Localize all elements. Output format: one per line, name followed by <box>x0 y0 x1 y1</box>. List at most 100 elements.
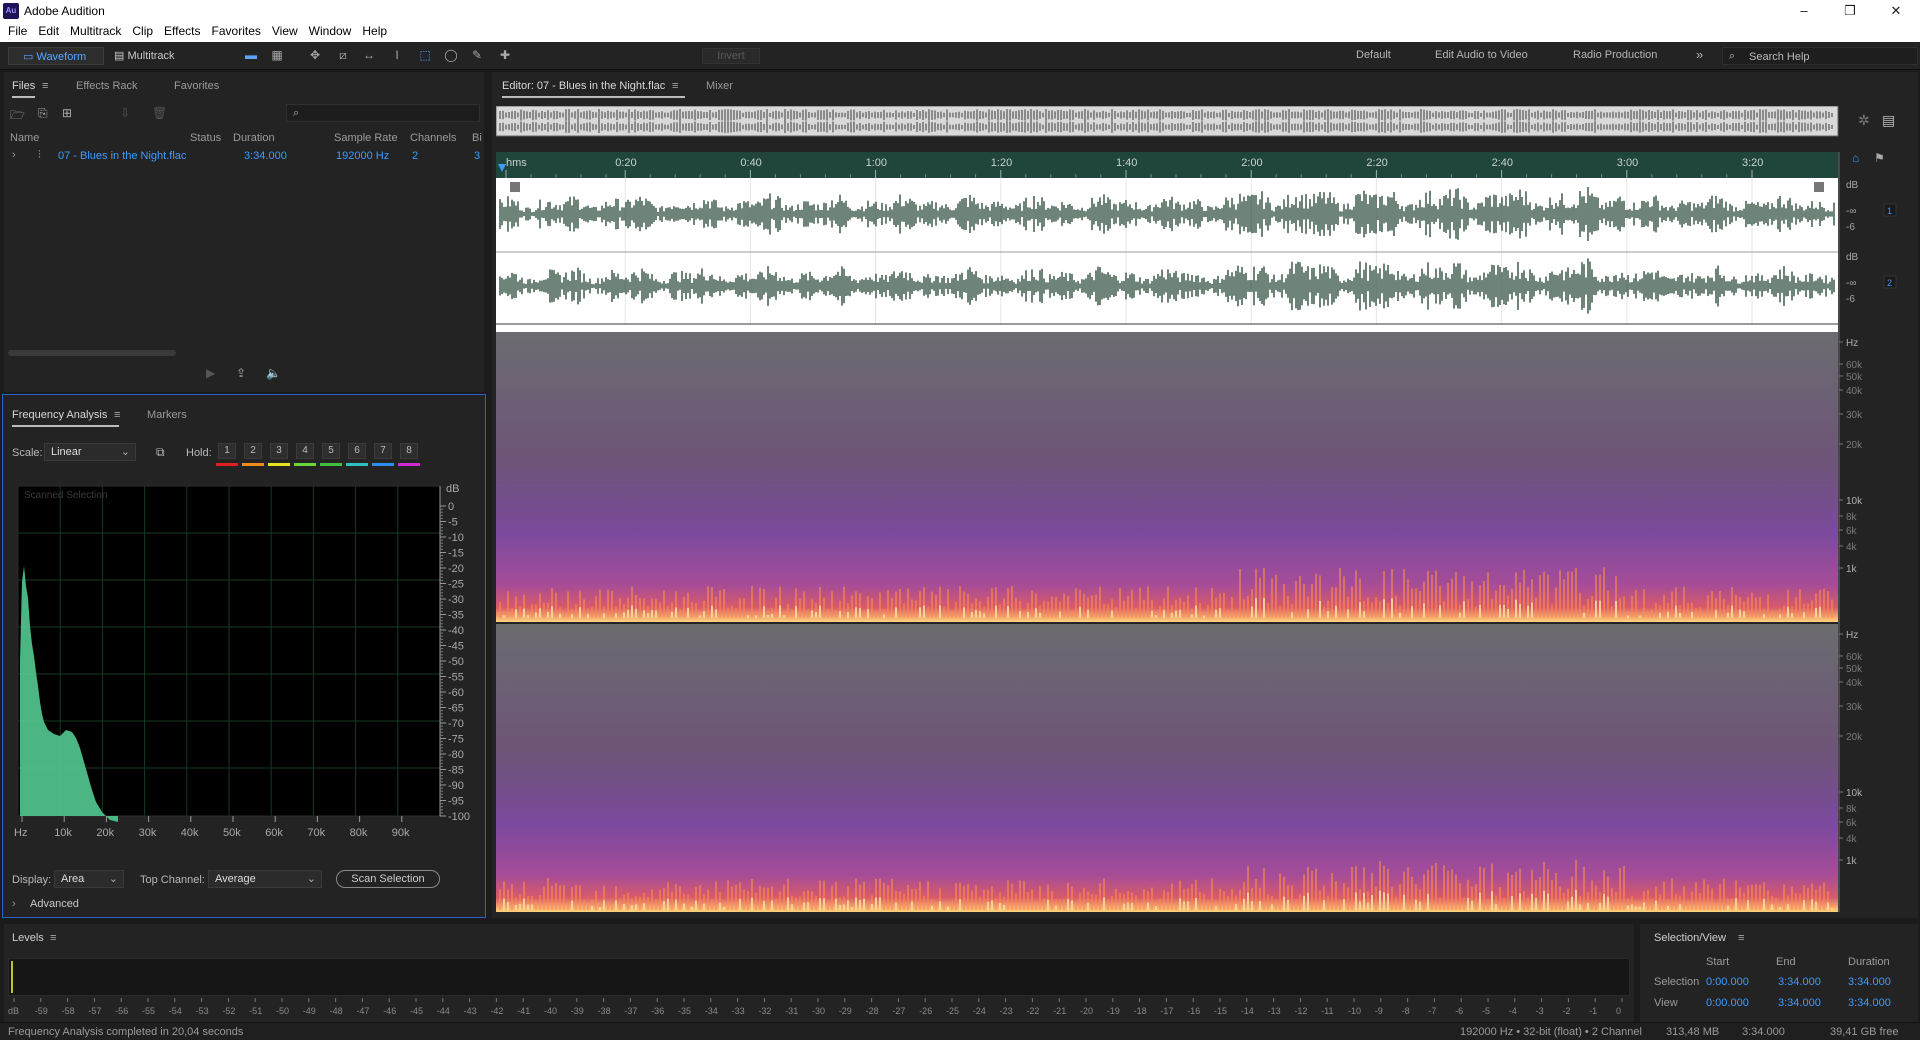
panel-menu-icon[interactable]: ≡ <box>42 80 48 92</box>
copy-icon[interactable]: ⧉ <box>156 445 165 460</box>
expand-chevron-icon[interactable]: › <box>12 898 16 910</box>
col-duration[interactable]: Duration <box>233 132 275 144</box>
col-sample-rate[interactable]: Sample Rate <box>334 132 398 144</box>
scale-dropdown[interactable]: Linear ⌄ <box>44 443 136 461</box>
panel-menu-icon[interactable]: ≡ <box>1738 932 1744 944</box>
ruler-tick-label: 0:40 <box>740 157 761 169</box>
hold-button-4[interactable]: 4 <box>296 443 314 459</box>
file-duration: 3:34.000 <box>244 150 287 162</box>
search-help-field[interactable]: ⌕ Search Help <box>1722 47 1918 65</box>
move-tool-icon[interactable]: ✥ <box>308 49 322 61</box>
panel-menu-icon[interactable]: ≡ <box>50 932 56 944</box>
hold-button-3[interactable]: 3 <box>270 443 288 459</box>
tab-mixer[interactable]: Mixer <box>706 74 733 98</box>
hold-button-6[interactable]: 6 <box>348 443 366 459</box>
lasso-tool-icon[interactable]: ◯ <box>444 49 458 61</box>
col-bits[interactable]: Bi <box>472 132 482 144</box>
restore-button[interactable]: ❐ <box>1827 0 1873 22</box>
spectral-frequency-display-icon[interactable]: ▬ <box>244 49 258 61</box>
panel-menu-icon[interactable]: ≡ <box>672 80 678 92</box>
view-duration[interactable]: 3:34.000 <box>1848 997 1891 1009</box>
workspace-radio-production[interactable]: Radio Production <box>1573 49 1657 61</box>
menu-file[interactable]: File <box>4 22 34 42</box>
hold-button-7[interactable]: 7 <box>374 443 392 459</box>
hold-button-1[interactable]: 1 <box>218 443 236 459</box>
multitrack-view-button[interactable]: ▤ Multitrack <box>112 47 200 65</box>
play-icon[interactable]: ▶ <box>206 366 215 380</box>
hold-button-5[interactable]: 5 <box>322 443 340 459</box>
brush-tool-icon[interactable]: ✎ <box>470 49 484 61</box>
db-tick-label: -85 <box>448 765 464 777</box>
hold-button-2[interactable]: 2 <box>244 443 262 459</box>
tab-editor[interactable]: Editor: 07 - Blues in the Night.flac <box>502 74 686 98</box>
file-row[interactable]: › ⫶ 07 - Blues in the Night.flac 3:34.00… <box>4 146 484 164</box>
files-search-input[interactable]: ⌕ <box>286 104 480 122</box>
ruler-tick-label: 0:20 <box>615 157 636 169</box>
menu-clip[interactable]: Clip <box>128 22 160 42</box>
slip-tool-icon[interactable]: ↔ <box>362 49 376 61</box>
menu-favorites[interactable]: Favorites <box>208 22 268 42</box>
workspace-default[interactable]: Default <box>1356 49 1391 61</box>
level-tick-label: -4 <box>1509 1006 1517 1016</box>
col-name[interactable]: Name <box>10 132 39 144</box>
minimize-button[interactable]: – <box>1781 0 1827 22</box>
scan-selection-button[interactable]: Scan Selection <box>336 870 440 888</box>
col-status[interactable]: Status <box>190 132 221 144</box>
view-end[interactable]: 3:34.000 <box>1778 997 1821 1009</box>
ruler-tick-label: 2:00 <box>1241 157 1262 169</box>
menu-view[interactable]: View <box>268 22 305 42</box>
workspace-edit-audio-to-video[interactable]: Edit Audio to Video <box>1435 49 1528 61</box>
title-bar: Au Adobe Audition – ❐ ✕ <box>0 0 1920 22</box>
spectral-freq-label: 4k <box>1846 834 1858 845</box>
tab-files[interactable]: Files <box>12 74 36 98</box>
marquee-tool-icon[interactable]: ⬚ <box>418 49 432 61</box>
delete-icon[interactable]: 🗑 <box>152 106 167 120</box>
advanced-toggle[interactable]: Advanced <box>30 898 79 910</box>
display-dropdown[interactable]: Area ⌄ <box>54 870 124 888</box>
volume-icon[interactable]: 🔈 <box>266 366 281 380</box>
tab-markers[interactable]: Markers <box>147 403 187 427</box>
panel-menu-icon[interactable]: ≡ <box>114 409 120 421</box>
tab-frequency-analysis[interactable]: Frequency Analysis <box>12 403 120 427</box>
ruler-tick-label: 2:40 <box>1492 157 1513 169</box>
expand-chevron-icon[interactable]: › <box>12 149 16 161</box>
top-channel-value: Average <box>215 873 256 885</box>
menu-multitrack[interactable]: Multitrack <box>66 22 128 42</box>
selection-duration[interactable]: 3:34.000 <box>1848 976 1891 988</box>
menu-help[interactable]: Help <box>358 22 394 42</box>
ruler-tick-label: 1:20 <box>991 157 1012 169</box>
view-start[interactable]: 0:00.000 <box>1706 997 1749 1009</box>
razor-tool-icon[interactable]: ⧄ <box>336 49 350 61</box>
overview-bar[interactable]: ✲ ▤ <box>496 106 1920 140</box>
new-file-icon[interactable]: ⊞ <box>62 106 72 120</box>
import-file-icon[interactable]: ⎘ <box>38 106 48 121</box>
more-workspaces-button[interactable]: » <box>1696 47 1703 62</box>
open-file-icon[interactable]: 🗁 <box>10 106 25 127</box>
time-selection-tool-icon[interactable]: I <box>390 49 404 61</box>
tab-effects-rack[interactable]: Effects Rack <box>76 74 138 98</box>
selection-end[interactable]: 3:34.000 <box>1778 976 1821 988</box>
level-tick-label: -39 <box>571 1006 584 1016</box>
horizontal-scrollbar[interactable] <box>8 350 176 356</box>
invert-button[interactable]: Invert <box>702 48 760 64</box>
menu-edit[interactable]: Edit <box>34 22 66 42</box>
top-channel-dropdown[interactable]: Average ⌄ <box>208 870 322 888</box>
spectral-pitch-display-icon[interactable]: ▦ <box>270 49 284 61</box>
hz-tick-label: 60k <box>265 827 283 839</box>
db-unit-label: dB <box>446 483 459 495</box>
menu-window[interactable]: Window <box>305 22 359 42</box>
selection-start[interactable]: 0:00.000 <box>1706 976 1749 988</box>
close-button[interactable]: ✕ <box>1873 0 1919 22</box>
menu-effects[interactable]: Effects <box>160 22 207 42</box>
db-tick-label: -25 <box>448 579 464 591</box>
editor-canvas[interactable]: hms 0:20 0:40 1:00 1:20 1:40 2:00 2:20 2:40 3:00 3… <box>496 152 1920 912</box>
tab-favorites[interactable]: Favorites <box>174 74 219 98</box>
insert-icon[interactable]: ⇩ <box>120 106 130 120</box>
spectral-freq-label: 20k <box>1846 440 1863 451</box>
export-icon[interactable]: ⇪ <box>236 366 246 380</box>
spot-healing-tool-icon[interactable]: ✚ <box>498 49 512 61</box>
col-channels[interactable]: Channels <box>410 132 456 144</box>
hold-button-8[interactable]: 8 <box>400 443 418 459</box>
waveform-view-button[interactable]: ▭ Waveform <box>8 47 104 65</box>
spectrogram-channel-1 <box>496 332 1838 622</box>
